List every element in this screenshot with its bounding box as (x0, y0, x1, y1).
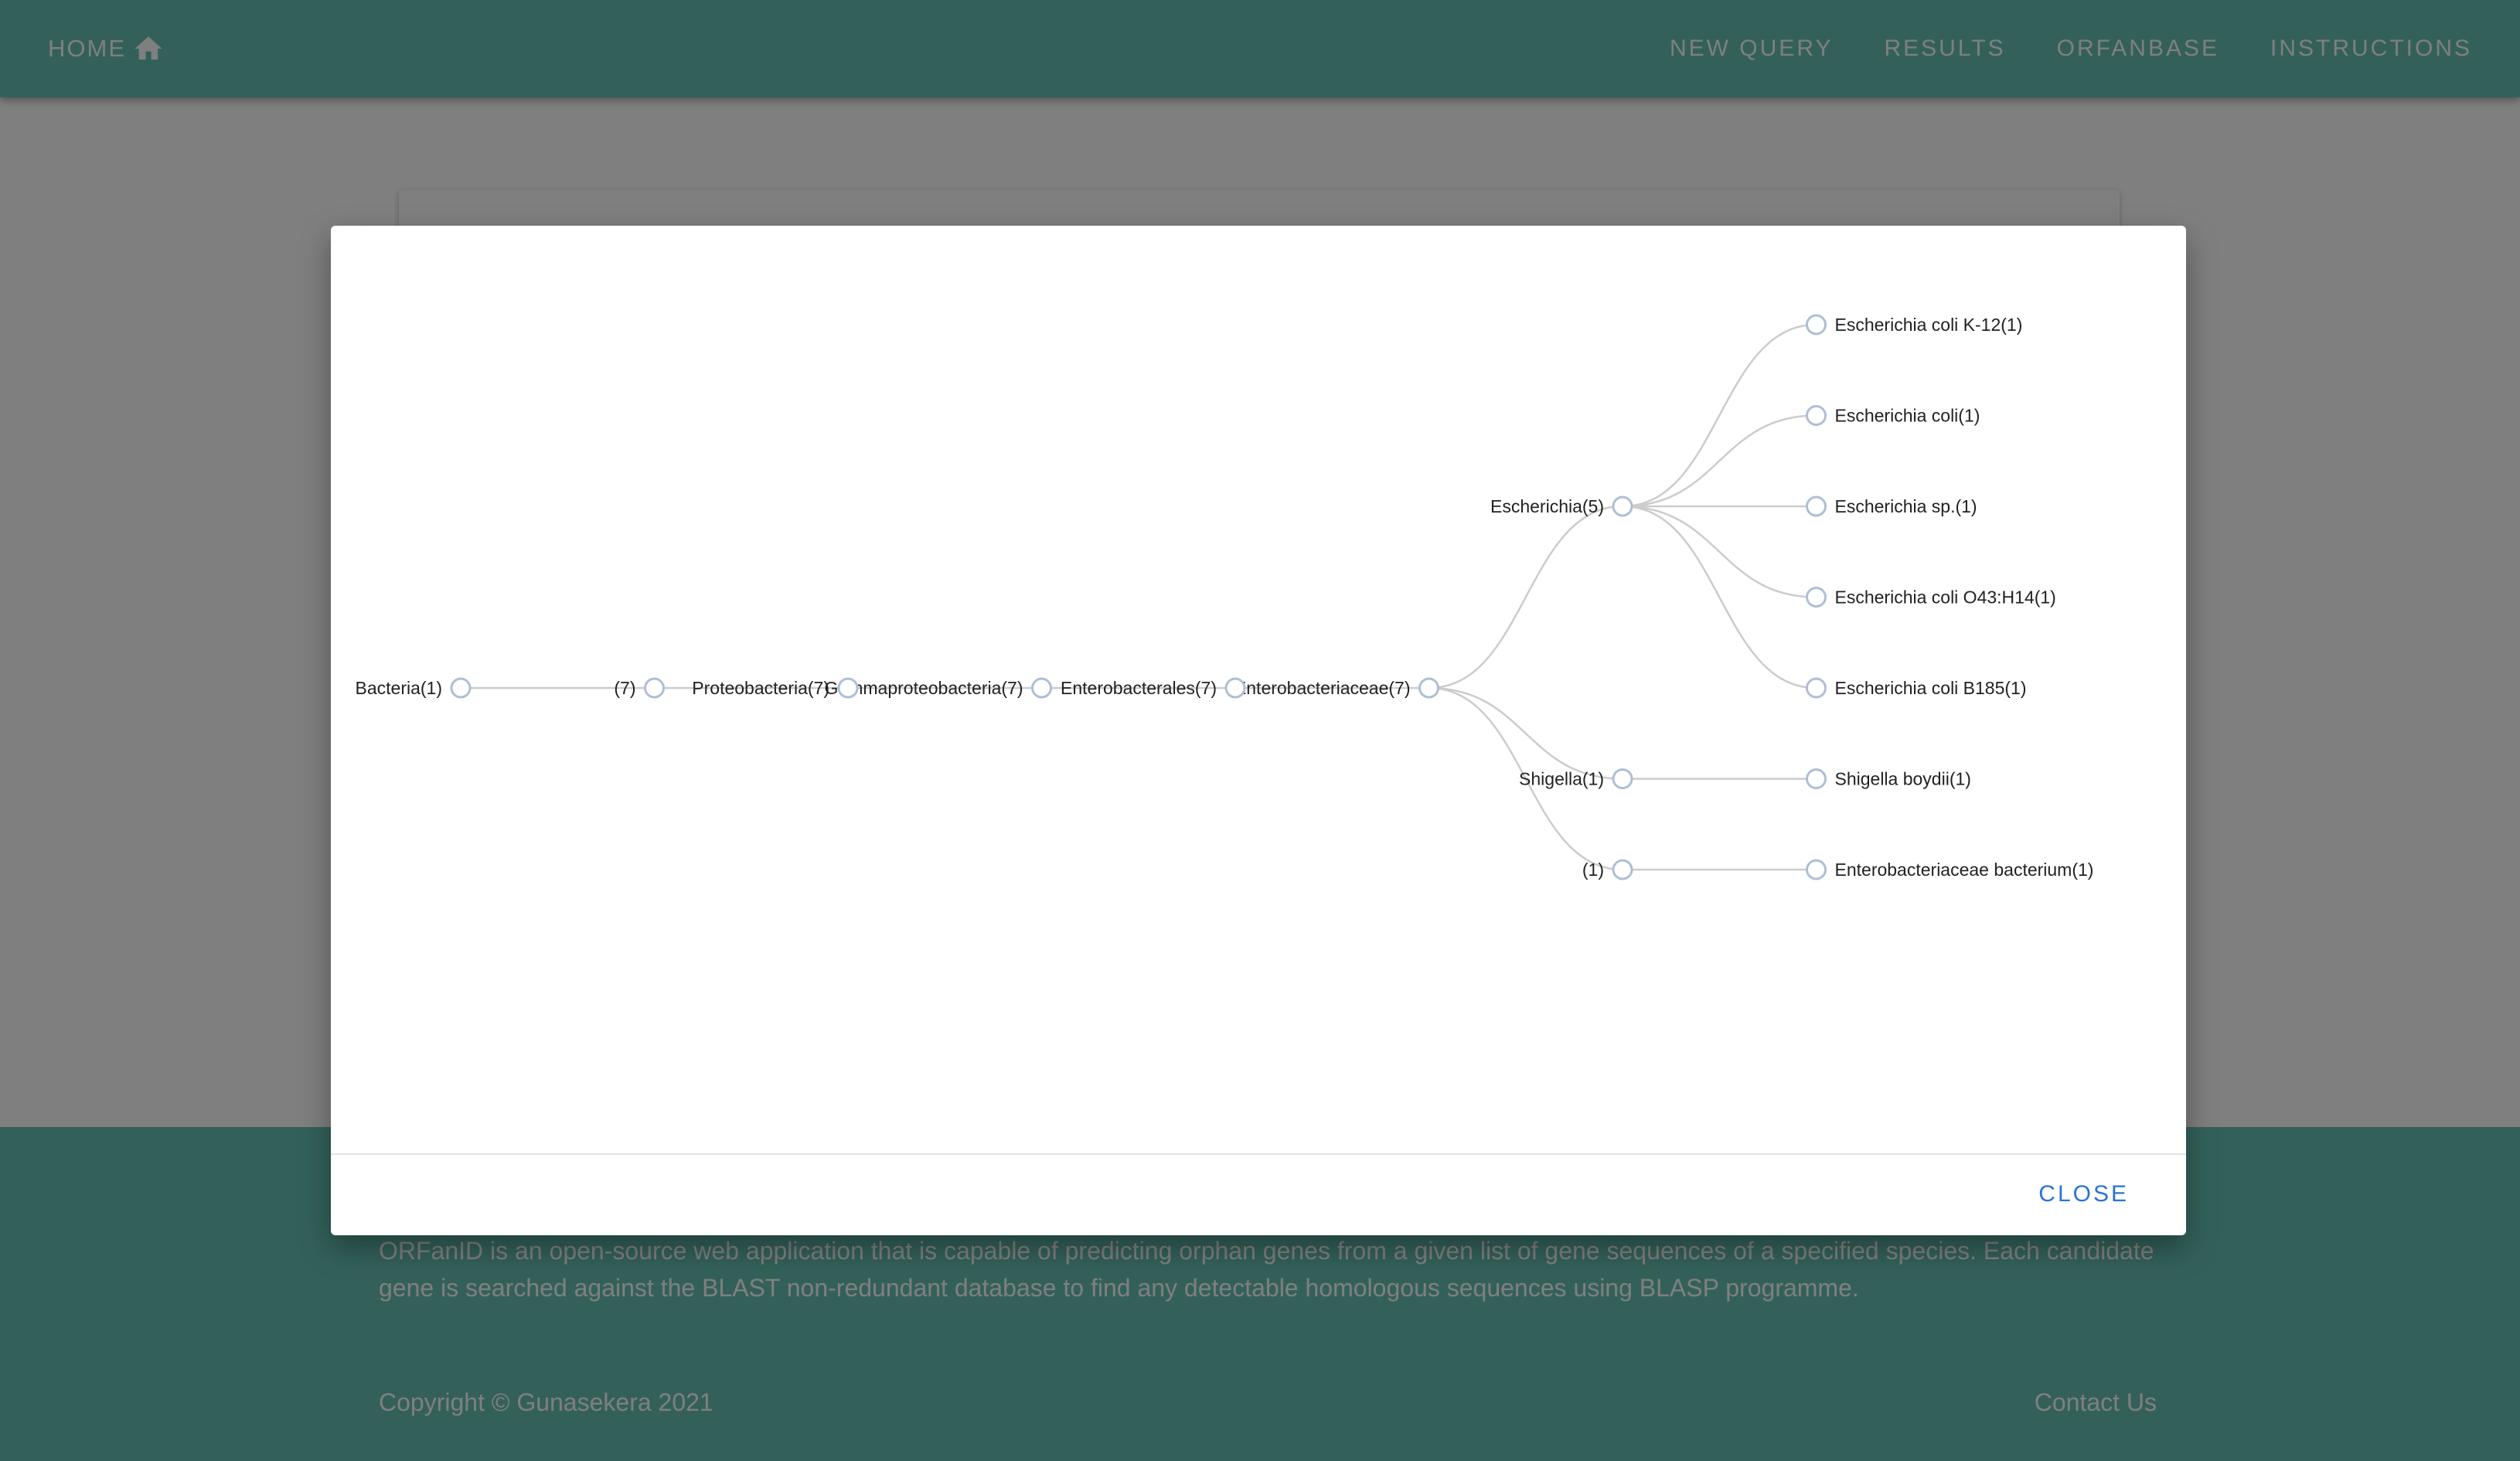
tree-node-label: Escherichia(5) (1490, 496, 1604, 516)
tree-node-circle[interactable] (1612, 859, 1633, 880)
tree-node-circle[interactable] (1224, 677, 1246, 699)
tree-node-circle[interactable] (1806, 768, 1827, 789)
tree-node[interactable]: Enterobacteriaceae(7) (1234, 677, 1439, 699)
tree-node-circle[interactable] (450, 677, 472, 699)
tree-node[interactable]: Shigella(1) (1519, 768, 1633, 789)
tree-node-label: Escherichia coli(1) (1835, 406, 1980, 426)
tree-node-circle[interactable] (1806, 314, 1827, 335)
tree-node[interactable]: (1) (1582, 859, 1633, 880)
tree-node-circle[interactable] (644, 677, 665, 699)
tree-node-label: (7) (614, 678, 635, 698)
tree-link (1429, 505, 1623, 690)
tree-node-label: Escherichia sp.(1) (1835, 496, 1977, 516)
tree-node[interactable]: Escherichia sp.(1) (1806, 496, 1977, 517)
tree-node-label: (1) (1582, 860, 1604, 880)
tree-nodes: Escherichia coli K-12(1) Escherichia coli… (356, 314, 2094, 880)
taxonomy-tree-svg: Escherichia coli K-12(1) Escherichia coli… (356, 314, 2094, 880)
tree-link (1622, 414, 1817, 508)
tree-links (461, 323, 1817, 871)
tree-node-circle[interactable] (1806, 405, 1827, 426)
tree-node-circle[interactable] (1031, 677, 1052, 699)
tree-node-label: Bacteria(1) (356, 678, 442, 698)
tree-node[interactable]: Escherichia coli K-12(1) (1806, 314, 2023, 335)
modal-footer: CLOSE (331, 1155, 2186, 1235)
tree-node-label: Enterobacterales(7) (1061, 678, 1217, 698)
tree-link (1622, 505, 1817, 598)
tree-node-label: Escherichia coli B185(1) (1835, 678, 2027, 698)
tree-node-label: Enterobacteriaceae(7) (1234, 678, 1411, 698)
tree-node[interactable]: Shigella boydii(1) (1806, 768, 1971, 789)
tree-node[interactable]: Escherichia coli B185(1) (1806, 677, 2027, 699)
tree-container: Escherichia coli K-12(1) Escherichia coli… (331, 226, 2186, 1153)
tree-node-circle[interactable] (837, 677, 859, 699)
tree-node-circle[interactable] (1806, 859, 1827, 880)
tree-node-label: Escherichia coli O43:H14(1) (1835, 587, 2056, 608)
tree-link (1622, 505, 1817, 690)
tree-node-label: Shigella boydii(1) (1835, 769, 1971, 789)
tree-node[interactable]: Escherichia(5) (1490, 496, 1633, 517)
tree-link (1429, 686, 1623, 780)
tree-node-circle[interactable] (1806, 587, 1827, 608)
tree-node-circle[interactable] (1612, 496, 1633, 517)
tree-node[interactable]: Escherichia coli O43:H14(1) (1806, 587, 2056, 608)
tree-node-circle[interactable] (1806, 677, 1827, 699)
tree-node[interactable]: Escherichia coli(1) (1806, 405, 1980, 426)
tree-node-circle[interactable] (1418, 677, 1439, 699)
tree-node-label: Escherichia coli K-12(1) (1835, 315, 2023, 335)
tree-node-circle[interactable] (1612, 768, 1633, 789)
tree-node[interactable]: Enterobacteriaceae bacterium(1) (1806, 859, 2094, 880)
tree-node-circle[interactable] (1806, 496, 1827, 517)
tree-link (1622, 323, 1817, 508)
close-button[interactable]: CLOSE (2038, 1181, 2129, 1207)
taxonomy-tree-dialog: Escherichia coli K-12(1) Escherichia coli… (331, 226, 2186, 1235)
tree-node-label: Shigella(1) (1519, 769, 1604, 789)
tree-node-label: Enterobacteriaceae bacterium(1) (1835, 860, 2094, 880)
tree-node-label: Proteobacteria(7) (692, 678, 829, 698)
tree-node[interactable]: Bacteria(1) (356, 677, 472, 699)
